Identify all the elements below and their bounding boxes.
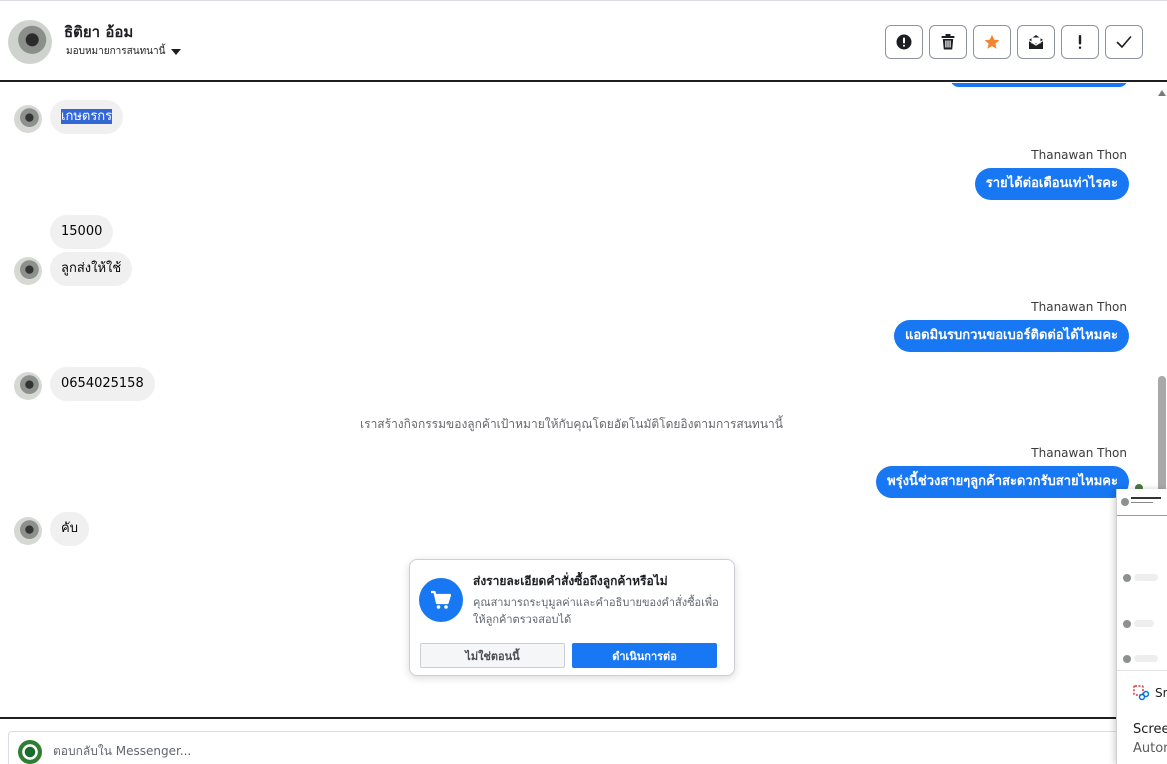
mini-bubble — [1134, 620, 1154, 627]
alert-circle-icon — [896, 34, 912, 50]
mini-avatar — [1121, 498, 1129, 506]
mark-spam-button[interactable] — [1061, 25, 1099, 59]
contact-avatar-small[interactable] — [14, 372, 42, 400]
snip-app-row: Sn — [1133, 685, 1167, 701]
selected-text: เกษตรกร — [61, 109, 113, 124]
message-bubble-incoming[interactable]: เกษตรกร — [50, 100, 124, 134]
mini-bubble — [1134, 574, 1158, 581]
message-bubble-incoming[interactable]: คับ — [50, 512, 89, 546]
contact-avatar-small[interactable] — [14, 517, 42, 545]
check-icon — [1116, 36, 1132, 48]
message-bubble-outgoing[interactable]: รายได้ต่อเดือนเท่าไรคะ — [974, 168, 1129, 200]
message-bubble-outgoing-partial — [950, 83, 1128, 87]
snipping-tool-icon — [1133, 685, 1149, 701]
contact-name[interactable]: ธิติยา อ้อม — [64, 20, 133, 44]
star-button[interactable] — [973, 25, 1011, 59]
reply-input[interactable] — [53, 740, 953, 762]
mini-avatar — [1123, 574, 1131, 582]
continue-button[interactable]: ดำเนินการต่อ — [572, 643, 717, 668]
prompt-title: ส่งรายละเอียดคำสั่งซื้อถึงลูกค้าหรือไม่ — [473, 574, 668, 588]
mini-divider — [1117, 515, 1167, 516]
mini-title-line — [1131, 497, 1161, 499]
contact-avatar-small[interactable] — [14, 257, 42, 285]
caret-down-icon — [171, 48, 182, 55]
mark-done-button[interactable] — [1105, 25, 1143, 59]
order-details-prompt: ส่งรายละเอียดคำสั่งซื้อถึงลูกค้าหรือไม่ … — [409, 559, 735, 676]
mini-avatar — [1123, 655, 1131, 663]
trash-icon — [941, 34, 955, 50]
sender-name: Thanawan Thon — [1031, 446, 1127, 460]
reply-bar — [0, 717, 1167, 764]
message-bubble-outgoing[interactable]: แอดมินรบกวนขอเบอร์ติดต่อได้ไหมคะ — [893, 320, 1129, 352]
message-thread[interactable]: เกษตรกร Thanawan Thon รายได้ต่อเดือนเท่า… — [0, 83, 1167, 717]
snip-app-name: Sn — [1155, 686, 1167, 700]
contact-avatar-small[interactable] — [14, 105, 42, 133]
cart-icon-badge — [419, 578, 463, 622]
shopping-cart-icon — [431, 590, 452, 609]
assign-conversation-dropdown[interactable]: มอบหมายการสนทนานี้ — [66, 44, 182, 59]
mini-subtitle-line — [1131, 502, 1153, 503]
mark-unread-icon — [1028, 35, 1044, 49]
page-avatar — [18, 740, 42, 764]
not-now-button[interactable]: ไม่ใช่ตอนนี้ — [420, 643, 565, 668]
reply-box — [8, 731, 1158, 764]
contact-avatar[interactable] — [8, 20, 52, 64]
snip-subtitle: Autom — [1133, 741, 1167, 756]
star-icon — [984, 34, 1000, 49]
scroll-up-arrow-icon[interactable] — [1158, 90, 1166, 96]
screenshot-thumbnail[interactable] — [1117, 489, 1167, 671]
report-button[interactable] — [885, 25, 923, 59]
exclamation-icon — [1078, 35, 1082, 49]
mark-unread-button[interactable] — [1017, 25, 1055, 59]
conversation-header: ธิติยา อ้อม มอบหมายการสนทนานี้ — [0, 0, 1167, 82]
message-bubble-outgoing[interactable]: พรุ่งนี้ช่วงสายๆลูกค้าสะดวกรับสายไหมคะ — [876, 466, 1129, 498]
sender-name: Thanawan Thon — [1031, 148, 1127, 162]
sender-name: Thanawan Thon — [1031, 300, 1127, 314]
system-note: เราสร้างกิจกรรมของลูกค้าเป้าหมายให้กับคุ… — [360, 417, 783, 431]
mini-bubble — [1134, 655, 1158, 662]
snip-title: Screen — [1133, 722, 1167, 737]
delete-button[interactable] — [929, 25, 967, 59]
mini-avatar — [1123, 620, 1131, 628]
message-bubble-incoming[interactable]: ลูกส่งให้ใช้ — [50, 252, 133, 286]
prompt-description: คุณสามารถระบุมูลค่าและคำอธิบายของคำสั่งซ… — [473, 596, 719, 626]
conversation-toolbar — [885, 25, 1143, 59]
assign-label: มอบหมายการสนทนานี้ — [66, 46, 166, 57]
message-bubble-incoming[interactable]: 15000 — [50, 215, 114, 249]
snip-notification-panel[interactable]: Sn Screen Autom — [1116, 489, 1167, 764]
message-bubble-incoming[interactable]: 0654025158 — [50, 367, 155, 401]
